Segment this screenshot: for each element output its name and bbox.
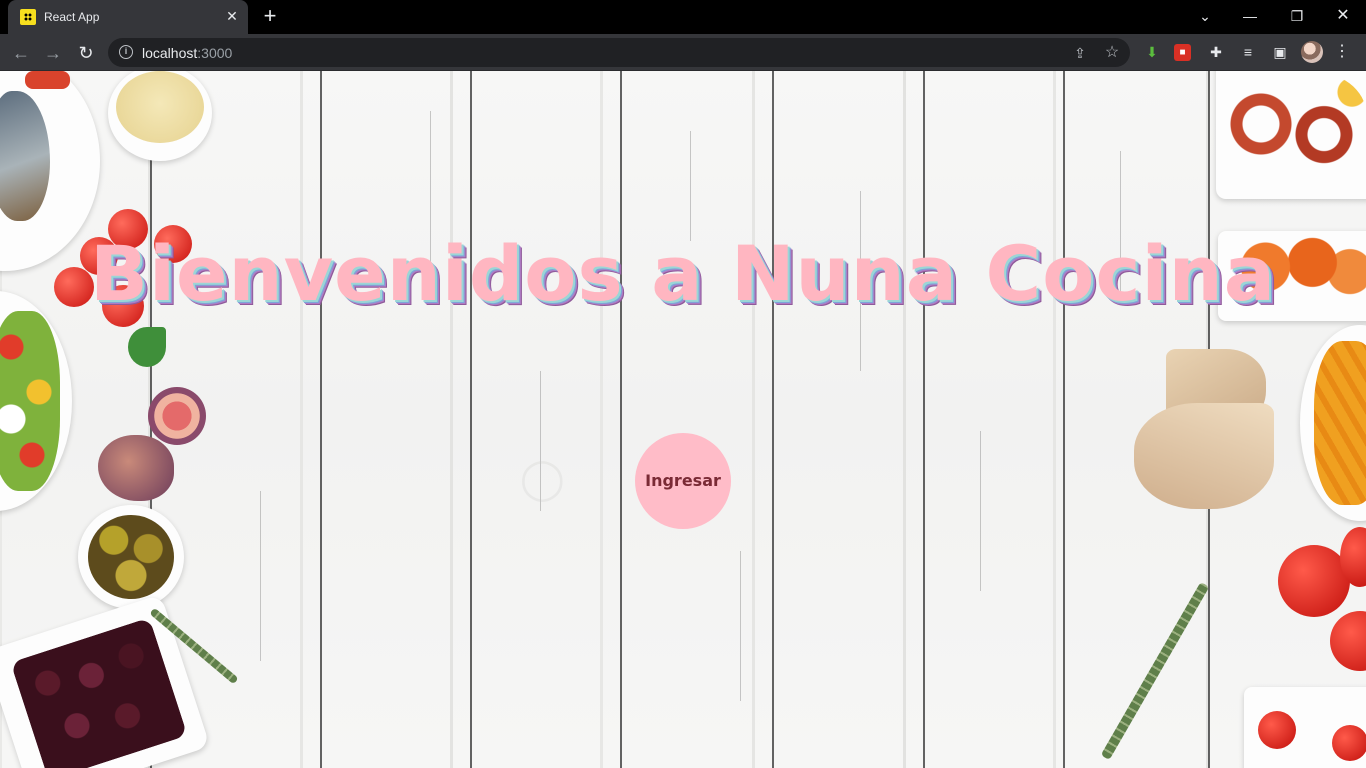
react-app-favicon-icon	[20, 9, 36, 25]
back-icon[interactable]: ←	[9, 41, 33, 65]
tab-strip: React App ✕ + ⌄ — ❐ ✕	[0, 0, 1366, 34]
kebab-menu-icon[interactable]: ⋮	[1334, 41, 1350, 65]
download-extension-icon[interactable]: ⬇	[1142, 42, 1162, 62]
tomato	[1330, 611, 1366, 671]
url-text[interactable]: localhost:3000	[142, 45, 232, 61]
tomato-slice	[25, 71, 70, 89]
extension-icon[interactable]: ■	[1174, 44, 1191, 61]
wood-grain	[740, 551, 741, 701]
plank-seam	[470, 71, 472, 768]
reload-icon[interactable]: ↻	[74, 41, 98, 65]
close-tab-icon[interactable]: ✕	[224, 8, 240, 24]
page-viewport: ◯ Bienvenidos a Nuna Cocina Ingresar	[0, 71, 1366, 768]
plank-seam	[620, 71, 622, 768]
browser-tab[interactable]: React App ✕	[8, 0, 248, 34]
plank-seam	[923, 71, 925, 768]
plank-seam	[772, 71, 774, 768]
wood-grain	[690, 131, 691, 241]
share-icon[interactable]: ⇪	[1070, 43, 1090, 63]
profile-avatar[interactable]	[1301, 41, 1323, 63]
forward-icon[interactable]: →	[41, 41, 65, 65]
media-control-icon[interactable]: ≡	[1238, 42, 1258, 62]
tab-title: React App	[44, 10, 100, 24]
window-close-icon[interactable]: ✕	[1328, 4, 1358, 28]
browser-toolbar: ← → ↻ i localhost:3000 ⇪ ☆ ⬇ ■ ✚ ≡ ▣ ⋮	[0, 34, 1366, 71]
wood-grain	[260, 491, 261, 661]
hummus	[116, 71, 204, 143]
star-icon[interactable]: ☆	[1102, 43, 1122, 63]
plank-seam	[1063, 71, 1065, 768]
greek-salad	[0, 311, 60, 491]
wood-grain	[980, 431, 981, 591]
pita-bread	[1134, 403, 1274, 509]
address-bar[interactable]: i localhost:3000 ⇪ ☆	[108, 38, 1130, 67]
green-olives	[88, 515, 174, 599]
restore-icon[interactable]: ❐	[1282, 4, 1312, 28]
side-panel-icon[interactable]: ▣	[1270, 42, 1290, 62]
cherry-tomato	[1332, 725, 1366, 761]
tab-search-icon[interactable]: ⌄	[1190, 4, 1220, 28]
enter-button[interactable]: Ingresar	[635, 433, 731, 529]
new-tab-icon[interactable]: +	[258, 5, 282, 29]
watermark: ◯	[520, 456, 565, 502]
parsley-leaf	[128, 327, 166, 367]
page-title: Bienvenidos a Nuna Cocina	[90, 229, 1276, 318]
sweet-potato-fries	[1314, 341, 1366, 505]
plank-seam	[320, 71, 322, 768]
grilled-octopus	[1226, 71, 1366, 177]
site-info-icon[interactable]: i	[119, 45, 133, 59]
fig	[98, 435, 174, 501]
minimize-icon[interactable]: —	[1235, 4, 1265, 28]
rosemary-sprig	[1100, 581, 1210, 761]
fig-half	[148, 387, 206, 445]
puzzle-icon[interactable]: ✚	[1206, 42, 1226, 62]
cherry-tomato	[1258, 711, 1296, 749]
